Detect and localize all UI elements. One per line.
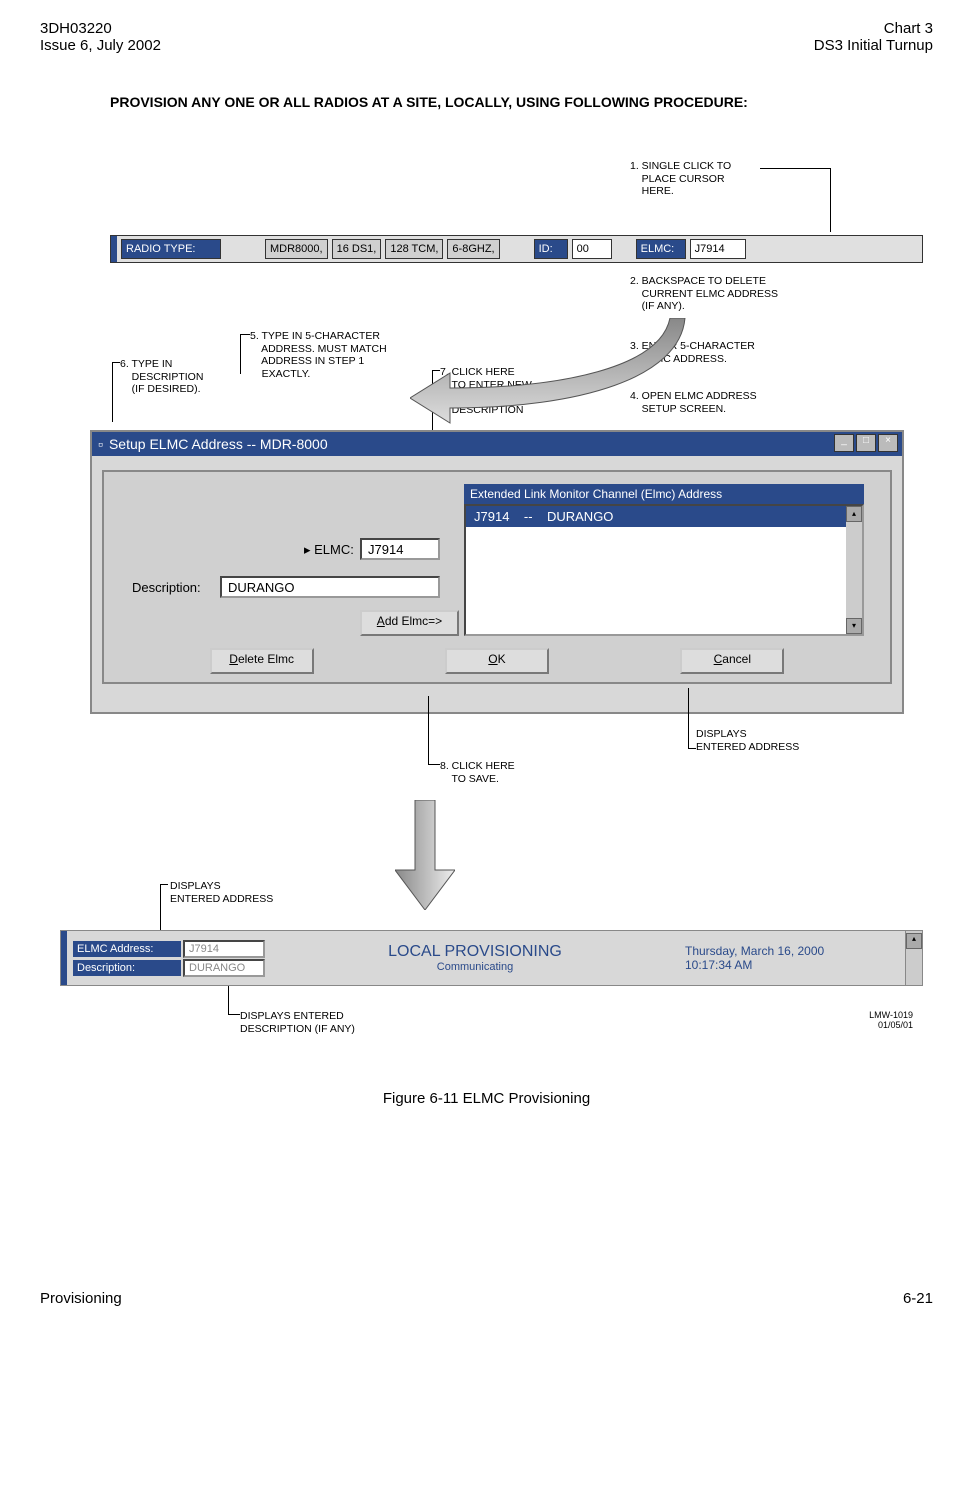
status-center-title: LOCAL PROVISIONING: [265, 943, 685, 961]
status-addr-value: J7914: [183, 940, 265, 958]
page-header: 3DH03220 Issue 6, July 2002 Chart 3 DS3 …: [40, 20, 933, 54]
delete-elmc-button[interactable]: Delete Elmc: [210, 648, 314, 674]
issue-date: Issue 6, July 2002: [40, 37, 161, 54]
doc-number: 3DH03220: [40, 20, 161, 37]
status-addr-label: ELMC Address:: [73, 941, 181, 957]
elmc-field-label: ▸ ELMC:: [304, 542, 354, 558]
status-desc-value: DURANGO: [183, 959, 265, 977]
id-label: ID:: [534, 239, 568, 259]
annotation-2: 2. BACKSPACE TO DELETE CURRENT ELMC ADDR…: [630, 275, 778, 313]
radio-model: MDR8000,: [265, 239, 328, 259]
window-titlebar: ▫ Setup ELMC Address -- MDR-8000 _ □ ×: [92, 432, 902, 456]
diagram-area: 1. SINGLE CLICK TO PLACE CURSOR HERE. RA…: [40, 140, 933, 1150]
figure-caption: Figure 6-11 ELMC Provisioning: [40, 1090, 933, 1107]
arrow-down-icon: [395, 800, 455, 910]
annotation-displays-2: DISPLAYS ENTERED ADDRESS: [170, 880, 273, 905]
id-value: 00: [572, 239, 612, 259]
add-elmc-button[interactable]: Add Elmc=>: [360, 610, 459, 636]
annotation-6: 6. TYPE IN DESCRIPTION (IF DESIRED).: [120, 358, 203, 396]
footer-left: Provisioning: [40, 1290, 122, 1307]
scroll-up-icon[interactable]: ▴: [906, 933, 922, 949]
procedure-title: PROVISION ANY ONE OR ALL RADIOS AT A SIT…: [110, 94, 933, 110]
status-scrollbar[interactable]: ▴: [905, 931, 922, 985]
radio-freq: 6-8GHZ,: [447, 239, 499, 259]
scroll-up-icon[interactable]: ▴: [846, 506, 862, 522]
annotation-8: 8. CLICK HERE TO SAVE.: [440, 760, 515, 785]
maximize-icon[interactable]: □: [856, 434, 876, 452]
scrollbar[interactable]: ▴ ▾: [846, 506, 862, 634]
footer-right: 6-21: [903, 1290, 933, 1307]
description-input[interactable]: DURANGO: [220, 576, 440, 598]
close-icon[interactable]: ×: [878, 434, 898, 452]
chart-title: DS3 Initial Turnup: [814, 37, 933, 54]
elmc-label: ELMC:: [636, 239, 686, 259]
radio-tcm: 128 TCM,: [385, 239, 443, 259]
scroll-down-icon[interactable]: ▾: [846, 618, 862, 634]
annotation-displays-desc: DISPLAYS ENTERED DESCRIPTION (IF ANY): [240, 1010, 355, 1035]
radio-ds1: 16 DS1,: [332, 239, 382, 259]
annotation-displays-1: DISPLAYS ENTERED ADDRESS: [696, 728, 799, 753]
status-bar: ELMC Address: J7914 Description: DURANGO…: [60, 930, 923, 986]
cancel-button[interactable]: Cancel: [680, 648, 784, 674]
list-item[interactable]: J7914 -- DURANGO: [466, 506, 862, 527]
small-window-icon: ▫: [98, 436, 103, 452]
ext-address-list[interactable]: J7914 -- DURANGO ▴ ▾: [464, 504, 864, 636]
annotation-5: 5. TYPE IN 5-CHARACTER ADDRESS. MUST MAT…: [250, 330, 387, 380]
page-footer: Provisioning 6-21: [40, 1290, 933, 1307]
radio-type-bar: RADIO TYPE: MDR8000, 16 DS1, 128 TCM, 6-…: [110, 235, 923, 263]
window-title: Setup ELMC Address -- MDR-8000: [109, 436, 328, 452]
annotation-1: 1. SINGLE CLICK TO PLACE CURSOR HERE.: [630, 160, 731, 198]
elmc-value-field[interactable]: J7914: [690, 239, 746, 259]
status-desc-label: Description:: [73, 960, 181, 976]
chart-number: Chart 3: [814, 20, 933, 37]
drawing-code: LMW-1019 01/05/01: [869, 1010, 913, 1030]
radio-type-label: RADIO TYPE:: [121, 239, 221, 259]
desc-field-label: Description:: [132, 580, 201, 595]
ok-button[interactable]: OK: [445, 648, 549, 674]
minimize-icon[interactable]: _: [834, 434, 854, 452]
elmc-input[interactable]: J7914: [360, 538, 440, 560]
setup-elmc-window: ▫ Setup ELMC Address -- MDR-8000 _ □ × ▸…: [90, 430, 904, 714]
ext-list-header: Extended Link Monitor Channel (Elmc) Add…: [464, 484, 864, 504]
status-center-sub: Communicating: [265, 961, 685, 973]
arrow-swoosh-icon: [410, 318, 690, 428]
status-date: Thursday, March 16, 2000: [685, 944, 885, 958]
status-time: 10:17:34 AM: [685, 958, 885, 972]
